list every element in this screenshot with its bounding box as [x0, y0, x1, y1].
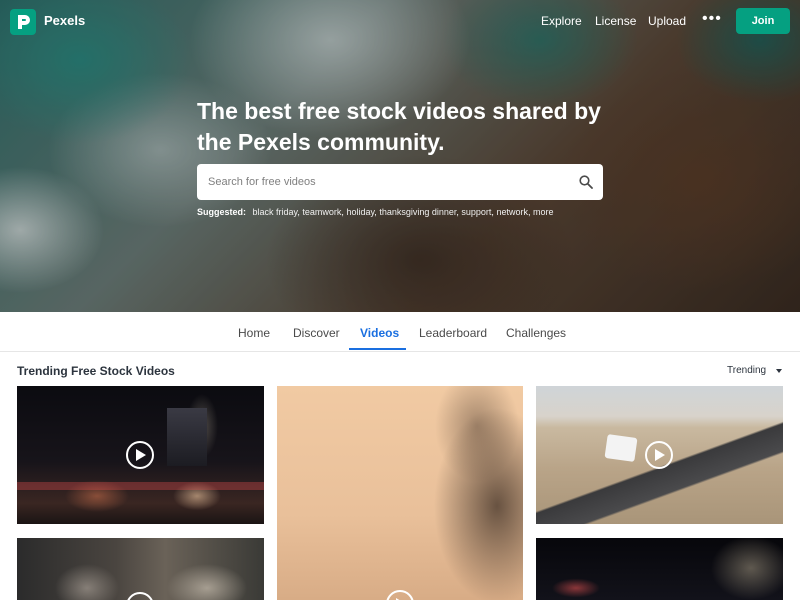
search-icon[interactable]: [569, 164, 603, 200]
sort-value: Trending: [727, 365, 767, 376]
nav-license[interactable]: License: [595, 14, 636, 28]
video-card[interactable]: [17, 538, 264, 600]
suggested-tag[interactable]: thanksgiving dinner: [379, 207, 456, 217]
hero-headline: The best free stock videos shared by the…: [197, 98, 601, 155]
top-navigation: Pexels Explore License Upload ••• Join: [0, 0, 800, 44]
tab-videos[interactable]: Videos: [360, 326, 399, 340]
suggested-tag[interactable]: network: [496, 207, 528, 217]
suggested-tag-more[interactable]: more: [533, 207, 554, 217]
tab-leaderboard[interactable]: Leaderboard: [419, 326, 487, 340]
play-icon[interactable]: [126, 592, 154, 600]
video-card[interactable]: [536, 386, 783, 524]
more-dots-icon[interactable]: •••: [702, 10, 722, 28]
brand-name[interactable]: Pexels: [44, 13, 85, 28]
suggested-tag[interactable]: support: [461, 207, 491, 217]
video-card[interactable]: [17, 386, 264, 524]
suggested-tag[interactable]: holiday: [346, 207, 374, 217]
search-input[interactable]: [197, 164, 569, 200]
suggested-tag[interactable]: teamwork: [302, 207, 341, 217]
play-icon[interactable]: [386, 590, 414, 600]
video-thumbnail-detail: [604, 434, 638, 462]
pexels-logo-icon[interactable]: [10, 9, 36, 35]
suggested-searches: Suggested: black friday, teamwork, holid…: [197, 207, 554, 217]
search-bar: [197, 164, 603, 200]
play-icon[interactable]: [645, 441, 673, 469]
sort-dropdown[interactable]: Trending: [727, 365, 783, 376]
active-tab-indicator: [349, 348, 406, 350]
video-card[interactable]: [277, 386, 523, 600]
section-tabs: Home Discover Videos Leaderboard Challen…: [0, 312, 800, 352]
nav-explore[interactable]: Explore: [541, 14, 582, 28]
video-thumbnail-detail: [17, 482, 264, 490]
join-button[interactable]: Join: [736, 8, 790, 34]
caret-down-icon: [776, 368, 783, 373]
play-icon[interactable]: [126, 441, 154, 469]
video-thumbnail-detail: [167, 408, 207, 466]
tab-home[interactable]: Home: [238, 326, 270, 340]
tab-challenges[interactable]: Challenges: [506, 326, 566, 340]
suggested-tag[interactable]: black friday: [253, 207, 298, 217]
nav-upload[interactable]: Upload: [648, 14, 686, 28]
section-title: Trending Free Stock Videos: [17, 364, 175, 378]
suggested-label: Suggested:: [197, 207, 247, 217]
video-card[interactable]: [536, 538, 783, 600]
tab-discover[interactable]: Discover: [293, 326, 340, 340]
